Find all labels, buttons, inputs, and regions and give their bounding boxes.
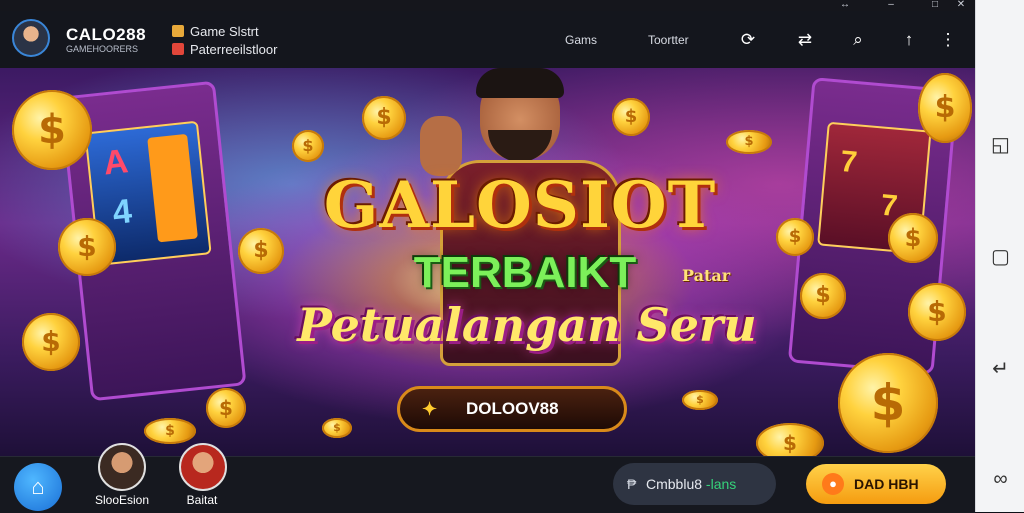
menu-item-promo[interactable]: Paterreeilstloor [172,42,277,57]
banner-tagline: Petualangan Seru [297,298,757,352]
window-titlebar: ↔ – □ ✕ [0,0,975,11]
deposit-button[interactable]: ● DAD HBH [806,464,946,504]
promo-icon [172,43,184,55]
slot-symbol: A [101,142,131,183]
currency-icon: ₱ [627,476,637,492]
window-maximize-icon[interactable]: □ [926,0,944,11]
profile-avatar[interactable] [12,19,50,57]
promo-banner[interactable]: A 4 7 7 $ $ $ $ $ $ $ $ $ $ $ $ $ $ $ $ … [0,68,975,456]
nav-games[interactable]: Gams [565,33,597,47]
bottom-bar: ⌂ SlooEsion Baitat ₱ Cmbblu8 -lans ● DAD… [0,443,975,513]
refresh-icon[interactable]: ⟳ [737,29,759,51]
coin-icon: $ [908,283,966,341]
slot-symbol: 4 [110,192,134,232]
banner-subtitle: TERBAIKT [413,248,637,297]
coin-icon: $ [888,213,938,263]
cta-label: DOLOOV88 [466,399,559,418]
brand-subtitle: GAMEHOORERS [66,44,139,54]
coin-icon: $ [144,418,196,444]
user-card[interactable]: Baitat [162,443,242,513]
game-icon [172,25,184,37]
coin-icon: $ [838,353,938,453]
back-icon[interactable]: ↵ [976,356,1024,381]
coin-icon: $ [206,388,246,428]
coin-icon: $ [362,96,406,140]
coin-icon: $ [800,273,846,319]
coin-icon: $ [322,418,352,438]
brand-title: CALO288 [66,25,147,44]
home-icon: ⌂ [31,474,45,499]
coin-icon: $ [292,130,324,162]
square-icon[interactable]: ▢ [976,244,1024,269]
wallet-icon[interactable]: ⇄ [794,29,816,51]
search-icon[interactable]: ⌕ [847,29,869,51]
menu-item-game[interactable]: Game Slstrt [172,24,259,39]
home-button[interactable]: ⌂ [14,463,62,511]
hero-fist [420,116,462,176]
coin-icon: $ [682,390,718,410]
link-icon[interactable]: ∞ [976,468,1024,491]
avatar [98,443,146,491]
side-system-bar: ◱ ▢ ↵ ∞ [975,0,1024,512]
coin-icon: $ [918,73,972,143]
coin-icon: $ [776,218,814,256]
nav-tournament[interactable]: Toortter [648,33,689,47]
coin-icon: $ [756,423,824,456]
cast-icon[interactable]: ◱ [976,132,1024,157]
slot-reel [147,133,198,243]
star-icon: ✦ [422,399,438,419]
coin-icon: $ [58,218,116,276]
coin-icon: ● [822,473,844,495]
more-icon[interactable]: ⋮ [937,29,959,51]
deposit-label: DAD HBH [854,476,919,492]
window-minimize-icon[interactable]: – [882,0,900,11]
coin-icon: $ [12,90,92,170]
window-close-icon[interactable]: ✕ [952,0,970,11]
banner-title: GALOSIOT [323,168,717,243]
hero-beard [488,130,552,162]
balance-label: Cmbblu8 -lans [646,476,737,492]
avatar [179,443,227,491]
user-card[interactable]: SlooEsion [82,443,162,513]
user-name: SlooEsion [94,493,150,507]
app-header: CALO288 GAMEHOORERS Game Slstrt Paterree… [0,11,975,69]
hero-hair [476,68,564,98]
coin-icon: $ [726,130,772,154]
window-resize-icon[interactable]: ↔ [836,0,854,11]
coin-icon: $ [22,313,80,371]
upload-icon[interactable]: ↑ [898,29,920,51]
banner-tag: Patar [682,266,731,285]
menu-item-label: Paterreeilstloor [190,42,278,57]
user-name: Baitat [186,493,218,507]
balance-pill[interactable]: ₱ Cmbblu8 -lans [613,463,776,505]
banner-cta-button[interactable]: ✦ DOLOOV88 [397,386,627,432]
menu-item-label: Game Slstrt [190,24,259,39]
coin-icon: $ [238,228,284,274]
slot-symbol: 7 [839,144,859,180]
